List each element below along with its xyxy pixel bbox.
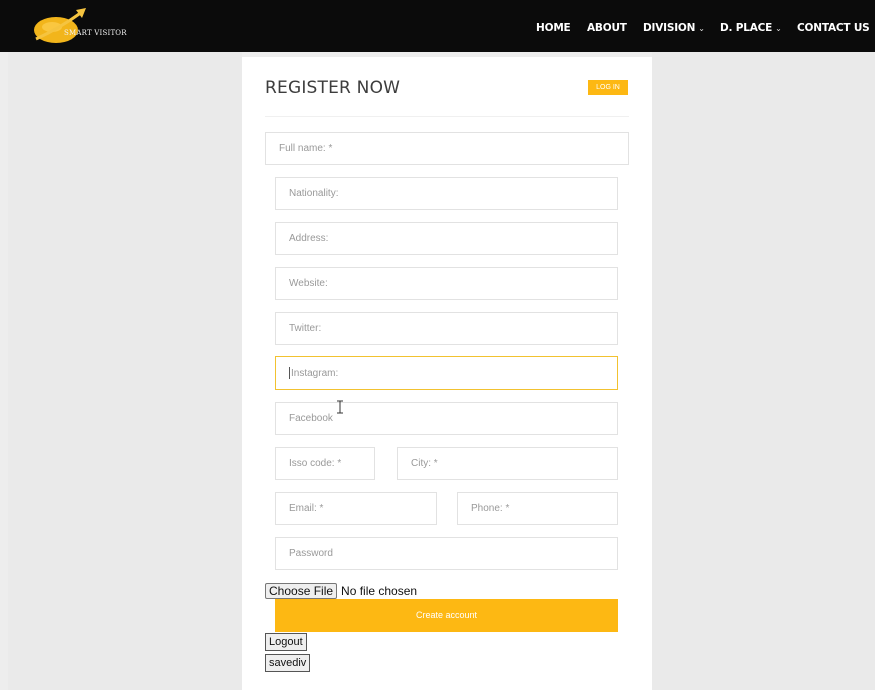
twitter-input[interactable]: Twitter:: [275, 312, 618, 345]
logo-text: SMART VISITOR: [64, 29, 127, 37]
savediv-button[interactable]: savediv: [265, 654, 311, 672]
password-placeholder: Password: [289, 548, 333, 559]
full-name-placeholder: Full name: *: [279, 143, 333, 154]
nav-home-label: HOME: [536, 22, 571, 34]
chevron-down-icon: ⌄: [698, 24, 705, 33]
email-placeholder: Email: *: [289, 503, 324, 514]
background-left: [8, 52, 242, 690]
nav-dplace-dropdown[interactable]: D. PLACE ⌄: [720, 22, 782, 34]
nationality-placeholder: Nationality:: [289, 188, 339, 199]
facebook-placeholder: Facebook: [289, 413, 333, 424]
city-input[interactable]: City: *: [397, 447, 618, 480]
nationality-input[interactable]: Nationality:: [275, 177, 618, 210]
email-input[interactable]: Email: *: [275, 492, 437, 525]
instagram-placeholder: Instagram:: [291, 367, 339, 379]
isso-code-input[interactable]: Isso code: *: [275, 447, 375, 480]
text-caret: [289, 367, 290, 379]
address-placeholder: Address:: [289, 233, 329, 244]
choose-file-button[interactable]: Choose File: [265, 583, 338, 599]
nav-contact-label: CONTACT US: [797, 22, 870, 34]
phone-input[interactable]: Phone: *: [457, 492, 618, 525]
logout-button[interactable]: Logout: [265, 633, 307, 651]
smart-visitor-logo-icon[interactable]: [30, 6, 150, 48]
file-status: No file chosen: [341, 584, 418, 598]
facebook-input[interactable]: Facebook: [275, 402, 618, 435]
file-upload: Choose File No file chosen: [265, 583, 417, 599]
nav-division-label: DIVISION: [643, 22, 696, 34]
full-name-input[interactable]: Full name: *: [265, 132, 629, 165]
nav-division-dropdown[interactable]: DIVISION ⌄: [643, 22, 705, 34]
nav-about-label: ABOUT: [587, 22, 627, 34]
text-cursor-icon: [337, 400, 343, 414]
create-account-button[interactable]: Create account: [275, 599, 618, 632]
login-button[interactable]: LOG IN: [588, 80, 628, 95]
city-placeholder: City: *: [411, 458, 438, 469]
nav-about-link[interactable]: ABOUT: [587, 22, 627, 34]
twitter-placeholder: Twitter:: [289, 323, 322, 334]
nav-contact-link[interactable]: CONTACT US: [797, 22, 870, 34]
nav-home-link[interactable]: HOME: [536, 22, 571, 34]
website-input[interactable]: Website:: [275, 267, 618, 300]
page-title: REGISTER NOW: [265, 78, 401, 98]
address-input[interactable]: Address:: [275, 222, 618, 255]
isso-code-placeholder: Isso code: *: [289, 458, 342, 469]
nav-dplace-label: D. PLACE: [720, 22, 773, 34]
phone-placeholder: Phone: *: [471, 503, 510, 514]
top-navbar: SMART VISITOR HOME ABOUT DIVISION ⌄ D. PL…: [0, 0, 875, 52]
chevron-down-icon: ⌄: [775, 24, 782, 33]
background-right: [652, 52, 875, 690]
title-divider: [265, 116, 629, 117]
instagram-input[interactable]: Instagram:: [275, 356, 618, 390]
website-placeholder: Website:: [289, 278, 328, 289]
password-input[interactable]: Password: [275, 537, 618, 570]
